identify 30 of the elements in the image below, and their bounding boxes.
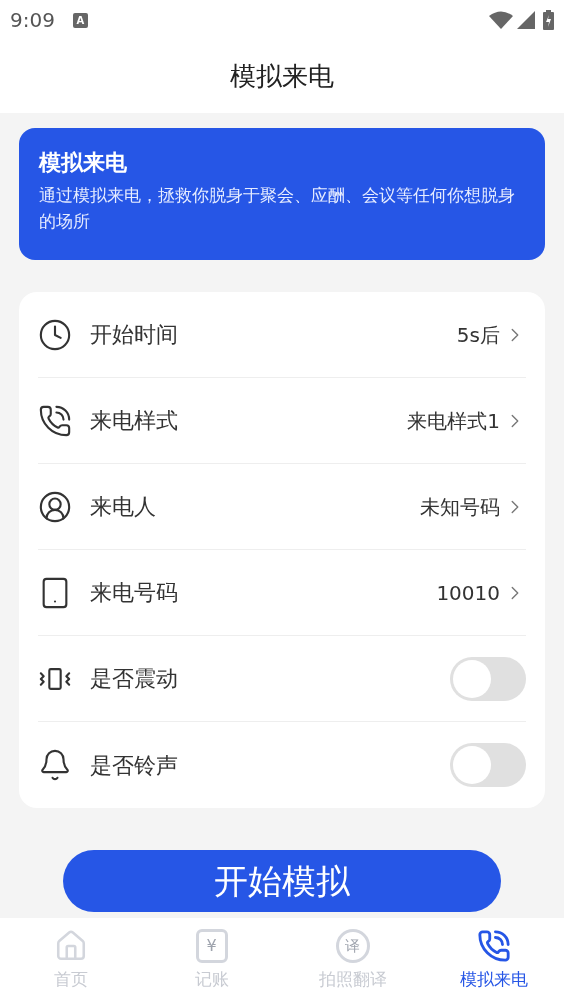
setting-value[interactable]: 未知号码 [420, 491, 500, 522]
toggle-switch[interactable] [450, 743, 526, 787]
clock-icon [38, 317, 72, 352]
translate-icon: 译 [335, 929, 370, 964]
wifi-icon [489, 11, 513, 29]
bell-icon [38, 748, 72, 782]
user-icon [38, 489, 72, 524]
banner-title: 模拟来电 [39, 149, 128, 177]
setting-label: 是否铃声 [90, 751, 178, 780]
setting-value[interactable]: 5s后 [456, 319, 500, 350]
signal-icon [517, 11, 535, 29]
nav-label: 模拟来电 [459, 968, 528, 992]
nav-tab[interactable]: 模拟来电 [423, 918, 564, 1004]
setting-value[interactable]: 来电样式1 [407, 405, 500, 436]
setting-label: 来电号码 [90, 579, 178, 607]
phone-icon [38, 403, 72, 438]
status-time: 9:09 [10, 7, 55, 34]
toggle-switch[interactable] [450, 656, 526, 701]
page-title: 模拟来电 [230, 60, 334, 93]
setting-label: 是否震动 [90, 665, 178, 693]
start-button[interactable]: 开始模拟 [63, 850, 501, 912]
ledger-icon: ¥ [195, 929, 228, 964]
setting-value[interactable]: 10010 [436, 577, 500, 608]
notification-icon: A [72, 12, 88, 28]
setting-label: 来电样式 [90, 407, 178, 435]
banner-description: 通过模拟来电，拯救你脱身于聚会、应酬、会议等任何你想脱身的场所 [39, 184, 516, 233]
phone-icon [476, 929, 511, 964]
battery-icon [543, 10, 554, 30]
setting-label: 来电人 [90, 493, 156, 521]
setting-label: 开始时间 [90, 321, 178, 349]
